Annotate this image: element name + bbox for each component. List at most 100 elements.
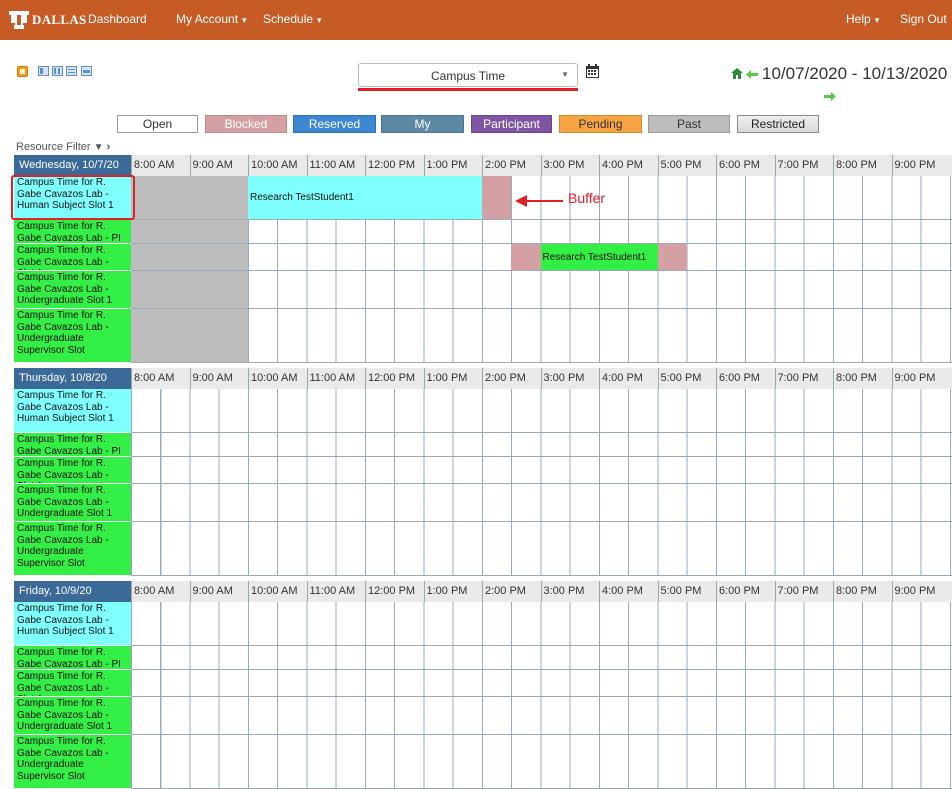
time-slot-row[interactable] [131,389,952,433]
chevron-down-icon: ▾ [874,15,880,25]
resource-label[interactable]: Campus Time for R. Gabe Cavazos Lab - Sl… [14,457,131,484]
day-header-row: Thursday, 10/8/20 8:00 AM 9:00 AM 10:00 AM 1… [14,368,952,389]
resource-label[interactable]: Campus Time for R. Gabe Cavazos Lab - PI… [14,220,131,244]
calendar-icon[interactable] [586,64,599,78]
time-header: 10:00 AM [248,155,307,176]
resource-label[interactable]: Campus Time for R. Gabe Cavazos Lab - Un… [14,484,131,522]
reservation-block[interactable]: Research TestStudent1 [248,176,482,219]
resource-label[interactable]: Campus Time for R. Gabe Cavazos Lab - Un… [14,522,131,576]
time-header: 4:00 PM [599,581,658,602]
legend-reserved: Reserved [293,115,376,133]
home-icon[interactable] [731,68,743,79]
view-list-icon[interactable] [66,66,77,76]
reservation-block[interactable]: Research TestStudent1 [540,244,658,270]
time-header: 6:00 PM [716,368,775,389]
time-header: 8:00 PM [833,581,892,602]
time-header: 9:00 AM [189,368,249,389]
utd-logo[interactable]: DALLAS [8,8,87,32]
resource-group-select[interactable]: Campus Time ▼ [358,63,578,87]
chevron-right-icon: › [106,141,111,153]
nav-schedule-label: Schedule [263,12,314,26]
time-header: 12:00 PM [365,368,424,389]
filter-icon: ▼ [93,142,104,153]
previous-week-arrow-icon[interactable] [746,70,758,79]
time-header: 9:00 AM [189,581,249,602]
time-header: 2:00 PM [482,581,541,602]
resource-label[interactable]: Campus Time for R. Gabe Cavazos Lab - Un… [14,309,131,363]
resource-label[interactable]: Campus Time for R. Gabe Cavazos Lab - Un… [14,697,131,735]
time-header: 8:00 AM [131,581,190,602]
nav-help[interactable]: Help ▾ [846,12,879,26]
time-header: 6:00 PM [716,581,775,602]
resource-label[interactable]: Campus Time for R. Gabe Cavazos Lab - Sl… [14,670,131,697]
next-week-arrow-icon[interactable] [824,92,836,101]
resource-label[interactable]: Campus Time for R. Gabe Cavazos Lab - Sl… [14,244,131,271]
annotation-underline [358,88,578,91]
time-slot-row[interactable] [131,271,952,309]
time-header: 9:00 AM [189,155,249,176]
time-header: 10:00 AM [248,368,307,389]
nav-sign-out[interactable]: Sign Out [900,12,947,26]
annotation-arrow-icon [515,195,563,207]
legend-open: Open [117,115,198,133]
time-slot-row[interactable] [131,309,952,363]
time-slot-row[interactable] [131,522,952,576]
legend-past: Past [648,115,730,133]
resource-label[interactable]: Campus Time for R. Gabe Cavazos Lab - Hu… [14,602,131,646]
time-header: 8:00 AM [131,155,190,176]
time-slot-row[interactable] [131,484,952,522]
view-week-icon[interactable] [52,66,63,76]
day-label: Thursday, 10/8/20 [14,368,131,389]
time-header: 11:00 AM [306,155,366,176]
time-header: 6:00 PM [716,155,775,176]
legend-restricted: Restricted [737,115,819,133]
time-header: 9:00 PM [891,368,951,389]
time-slot-row[interactable] [131,433,952,457]
day-header-row: Friday, 10/9/20 8:00 AM 9:00 AM 10:00 AM 11:… [14,581,952,602]
nav-dashboard-label: Dashboard [88,12,147,26]
buffer-blocked-cell [482,176,512,219]
day-label: Wednesday, 10/7/20 [14,155,131,176]
top-navbar: DALLAS Dashboard My Account ▾ Schedule ▾ H… [0,0,952,40]
time-header: 9:00 PM [891,155,951,176]
time-slot-row[interactable] [131,220,952,244]
past-cell [131,176,248,219]
time-slot-row[interactable] [131,735,952,789]
time-header: 1:00 PM [423,155,483,176]
view-month-icon[interactable] [81,66,92,76]
time-slot-row[interactable] [131,697,952,735]
time-header: 5:00 PM [657,368,717,389]
time-header: 3:00 PM [540,368,600,389]
buffer-annotation-label: Buffer [568,190,606,206]
day-header-row: Wednesday, 10/7/20 8:00 AM 9:00 AM 10:00 AM… [14,155,952,176]
nav-schedule[interactable]: Schedule ▾ [263,12,322,26]
nav-my-account[interactable]: My Account ▾ [176,12,247,26]
resource-label[interactable]: Campus Time for R. Gabe Cavazos Lab - PI… [14,433,131,457]
time-header: 1:00 PM [423,368,483,389]
resource-filter-toggle[interactable]: Resource Filter ▼ › [16,141,110,153]
time-header: 2:00 PM [482,368,541,389]
time-slot-row[interactable] [131,457,952,484]
nav-dashboard[interactable]: Dashboard [88,12,147,26]
time-header: 7:00 PM [774,155,834,176]
time-slot-row[interactable] [131,670,952,697]
buffer-blocked-cell [657,244,687,270]
chevron-down-icon: ▾ [242,15,247,25]
past-cell [131,244,248,270]
chevron-down-icon: ▾ [317,15,322,25]
resource-label[interactable]: Campus Time for R. Gabe Cavazos Lab - Un… [14,271,131,309]
time-slot-row[interactable]: Research TestStudent1 [131,244,952,271]
time-header: 12:00 PM [365,581,424,602]
time-header: 5:00 PM [657,155,717,176]
resource-label[interactable]: Campus Time for R. Gabe Cavazos Lab - Hu… [14,389,131,433]
resource-label[interactable]: Campus Time for R. Gabe Cavazos Lab - PI… [14,646,131,670]
view-day-icon[interactable] [38,66,49,76]
resource-label[interactable]: Campus Time for R. Gabe Cavazos Lab - Un… [14,735,131,789]
past-cell [131,271,248,308]
favorite-star-icon[interactable] [17,66,28,77]
time-slot-row[interactable] [131,602,952,646]
time-header: 9:00 PM [891,581,951,602]
nav-sign-out-label: Sign Out [900,12,947,26]
past-cell [131,309,248,362]
time-slot-row[interactable] [131,646,952,670]
